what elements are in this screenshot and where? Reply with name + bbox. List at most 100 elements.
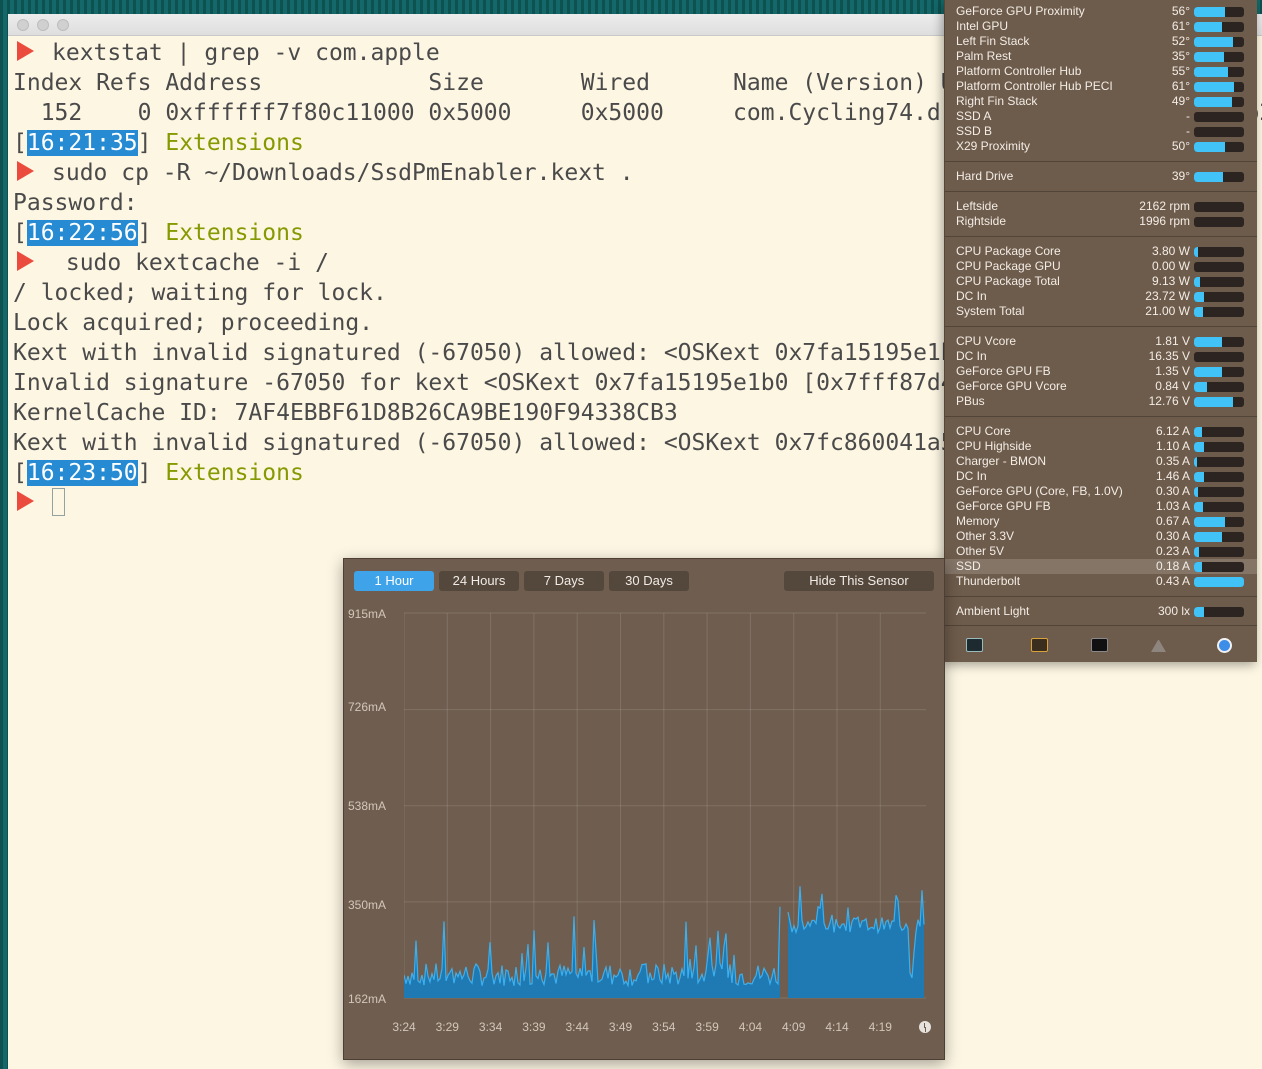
- x-axis-label: 4:19: [868, 1020, 892, 1034]
- x-axis-label: 4:04: [738, 1020, 763, 1034]
- sensor-row[interactable]: GeForce GPU Vcore 0.84 V: [945, 379, 1257, 394]
- sensor-value: 39°: [1171, 169, 1190, 183]
- prompt-arrow-icon: [17, 160, 34, 181]
- terminal-icon[interactable]: [1091, 638, 1108, 652]
- sensor-name: GeForce GPU (Core, FB, 1.0V): [956, 484, 1123, 498]
- prompt-timestamp: 16:22:56: [26, 220, 138, 246]
- sensor-row[interactable]: System Total 21.00 W: [945, 304, 1257, 319]
- sensor-row[interactable]: Intel GPU 61°: [945, 19, 1257, 34]
- sensor-row[interactable]: DC In 23.72 W: [945, 289, 1257, 304]
- group-divider: [945, 416, 1257, 417]
- sensor-row[interactable]: CPU Package Core 3.80 W: [945, 244, 1257, 259]
- x-axis-label: 3:54: [652, 1020, 676, 1034]
- sensor-row[interactable]: CPU Highside 1.10 A: [945, 439, 1257, 454]
- sensor-name: Ambient Light: [956, 604, 1030, 618]
- safari-icon[interactable]: [1217, 638, 1232, 653]
- sensor-value: 0.35 A: [1155, 454, 1190, 468]
- sensor-name: GeForce GPU Proximity: [956, 4, 1085, 18]
- sensor-name: Other 5V: [956, 544, 1005, 558]
- text-cursor[interactable]: [52, 488, 65, 516]
- sensor-value: 0.67 A: [1155, 514, 1190, 528]
- sensor-level-bar: [1194, 472, 1244, 482]
- sensor-row[interactable]: GeForce GPU Proximity 56°: [945, 4, 1257, 19]
- range-1-hour-button[interactable]: 1 Hour: [354, 571, 434, 591]
- command-text: sudo cp -R ~/Downloads/SsdPmEnabler.kext…: [52, 160, 634, 186]
- sensor-name: DC In: [956, 289, 987, 303]
- group-divider: [945, 191, 1257, 192]
- zoom-button[interactable]: [57, 19, 69, 31]
- sensor-level-fill: [1194, 517, 1225, 527]
- sensor-row[interactable]: GeForce GPU (Core, FB, 1.0V) 0.30 A: [945, 484, 1257, 499]
- y-axis-label: 162mA: [348, 992, 387, 1006]
- sensor-row[interactable]: SSD B -: [945, 124, 1257, 139]
- sensor-value: 1.10 A: [1155, 439, 1190, 453]
- sensor-row[interactable]: CPU Package GPU 0.00 W: [945, 259, 1257, 274]
- sensor-name: Right Fin Stack: [956, 94, 1038, 108]
- sensor-level-fill: [1194, 247, 1198, 257]
- sensor-name: Memory: [956, 514, 1000, 528]
- sensor-value: 2162 rpm: [1139, 199, 1190, 213]
- range-30-days-button[interactable]: 30 Days: [609, 571, 689, 591]
- sensor-row[interactable]: Hard Drive 39°: [945, 169, 1257, 184]
- sensor-row[interactable]: Palm Rest 35°: [945, 49, 1257, 64]
- sensor-name: SSD B: [956, 124, 993, 138]
- x-axis-label: 3:29: [435, 1020, 459, 1034]
- range-24-hours-button[interactable]: 24 Hours: [439, 571, 519, 591]
- sensor-row[interactable]: PBus 12.76 V: [945, 394, 1257, 409]
- bracket: [: [13, 460, 27, 486]
- sensor-row[interactable]: CPU Vcore 1.81 V: [945, 334, 1257, 349]
- minimize-button[interactable]: [37, 19, 49, 31]
- sensor-row[interactable]: GeForce GPU FB 1.35 V: [945, 364, 1257, 379]
- sensor-value: 23.72 W: [1145, 289, 1190, 303]
- clock-icon[interactable]: [919, 1021, 931, 1033]
- close-button[interactable]: [17, 19, 29, 31]
- sensor-row[interactable]: CPU Core 6.12 A: [945, 424, 1257, 439]
- sensor-row[interactable]: X29 Proximity 50°: [945, 139, 1257, 154]
- sensor-row[interactable]: SSD 0.18 A: [945, 559, 1257, 574]
- sensor-value: 0.23 A: [1155, 544, 1190, 558]
- sensor-row[interactable]: Platform Controller Hub 55°: [945, 64, 1257, 79]
- sensor-name: Platform Controller Hub: [956, 64, 1082, 78]
- sensor-graph-popover[interactable]: 1 Hour 24 Hours 7 Days 30 Days Hide This…: [343, 558, 945, 1060]
- x-axis-label: 4:09: [782, 1020, 806, 1034]
- sensor-row[interactable]: Platform Controller Hub PECI 61°: [945, 79, 1257, 94]
- sensor-value: 52°: [1171, 34, 1190, 48]
- sensor-row[interactable]: Ambient Light 300 lx: [945, 604, 1257, 619]
- sensor-row[interactable]: Left Fin Stack 52°: [945, 34, 1257, 49]
- sensor-row[interactable]: CPU Package Total 9.13 W: [945, 274, 1257, 289]
- activity-monitor-icon[interactable]: [966, 638, 983, 652]
- sensor-row[interactable]: Other 5V 0.23 A: [945, 544, 1257, 559]
- sensor-level-bar: [1194, 97, 1244, 107]
- x-axis-label: 3:39: [522, 1020, 546, 1034]
- sensor-name: X29 Proximity: [956, 139, 1031, 153]
- sensor-row[interactable]: DC In 1.46 A: [945, 469, 1257, 484]
- sensor-row[interactable]: Memory 0.67 A: [945, 514, 1257, 529]
- sensor-list-panel[interactable]: GeForce GPU Proximity 56° Intel GPU 61° Left…: [944, 0, 1257, 662]
- range-7-days-button[interactable]: 7 Days: [524, 571, 604, 591]
- sensor-value: -: [1186, 109, 1190, 123]
- sensor-value: 50°: [1171, 139, 1190, 153]
- sensor-row[interactable]: GeForce GPU FB 1.03 A: [945, 499, 1257, 514]
- sensor-row[interactable]: Other 3.3V 0.30 A: [945, 529, 1257, 544]
- console-log-icon[interactable]: [1031, 638, 1048, 652]
- x-axis-label: 3:49: [608, 1020, 633, 1034]
- sensor-row[interactable]: Thunderbolt 0.43 A: [945, 574, 1257, 589]
- sensor-row[interactable]: Leftside 2162 rpm: [945, 199, 1257, 214]
- sensor-name: GeForce GPU FB: [956, 499, 1051, 513]
- sensor-row[interactable]: SSD A -: [945, 109, 1257, 124]
- sensor-value: 0.84 V: [1155, 379, 1190, 393]
- sensor-level-bar: [1194, 457, 1244, 467]
- sensor-name: Rightside: [956, 214, 1007, 228]
- prompt-arrow-icon: [17, 40, 34, 61]
- sensor-value: 49°: [1171, 94, 1190, 108]
- hide-sensor-button[interactable]: Hide This Sensor: [784, 571, 934, 591]
- sensor-row[interactable]: Charger - BMON 0.35 A: [945, 454, 1257, 469]
- sensor-row[interactable]: Right Fin Stack 49°: [945, 94, 1257, 109]
- sensor-value: 0.30 A: [1155, 484, 1190, 498]
- sensor-name: DC In: [956, 349, 987, 363]
- sensor-row[interactable]: Rightside 1996 rpm: [945, 214, 1257, 229]
- sensor-row[interactable]: DC In 16.35 V: [945, 349, 1257, 364]
- network-icon[interactable]: [1151, 638, 1166, 652]
- sensor-level-bar: [1194, 367, 1244, 377]
- sensor-name: Charger - BMON: [956, 454, 1047, 468]
